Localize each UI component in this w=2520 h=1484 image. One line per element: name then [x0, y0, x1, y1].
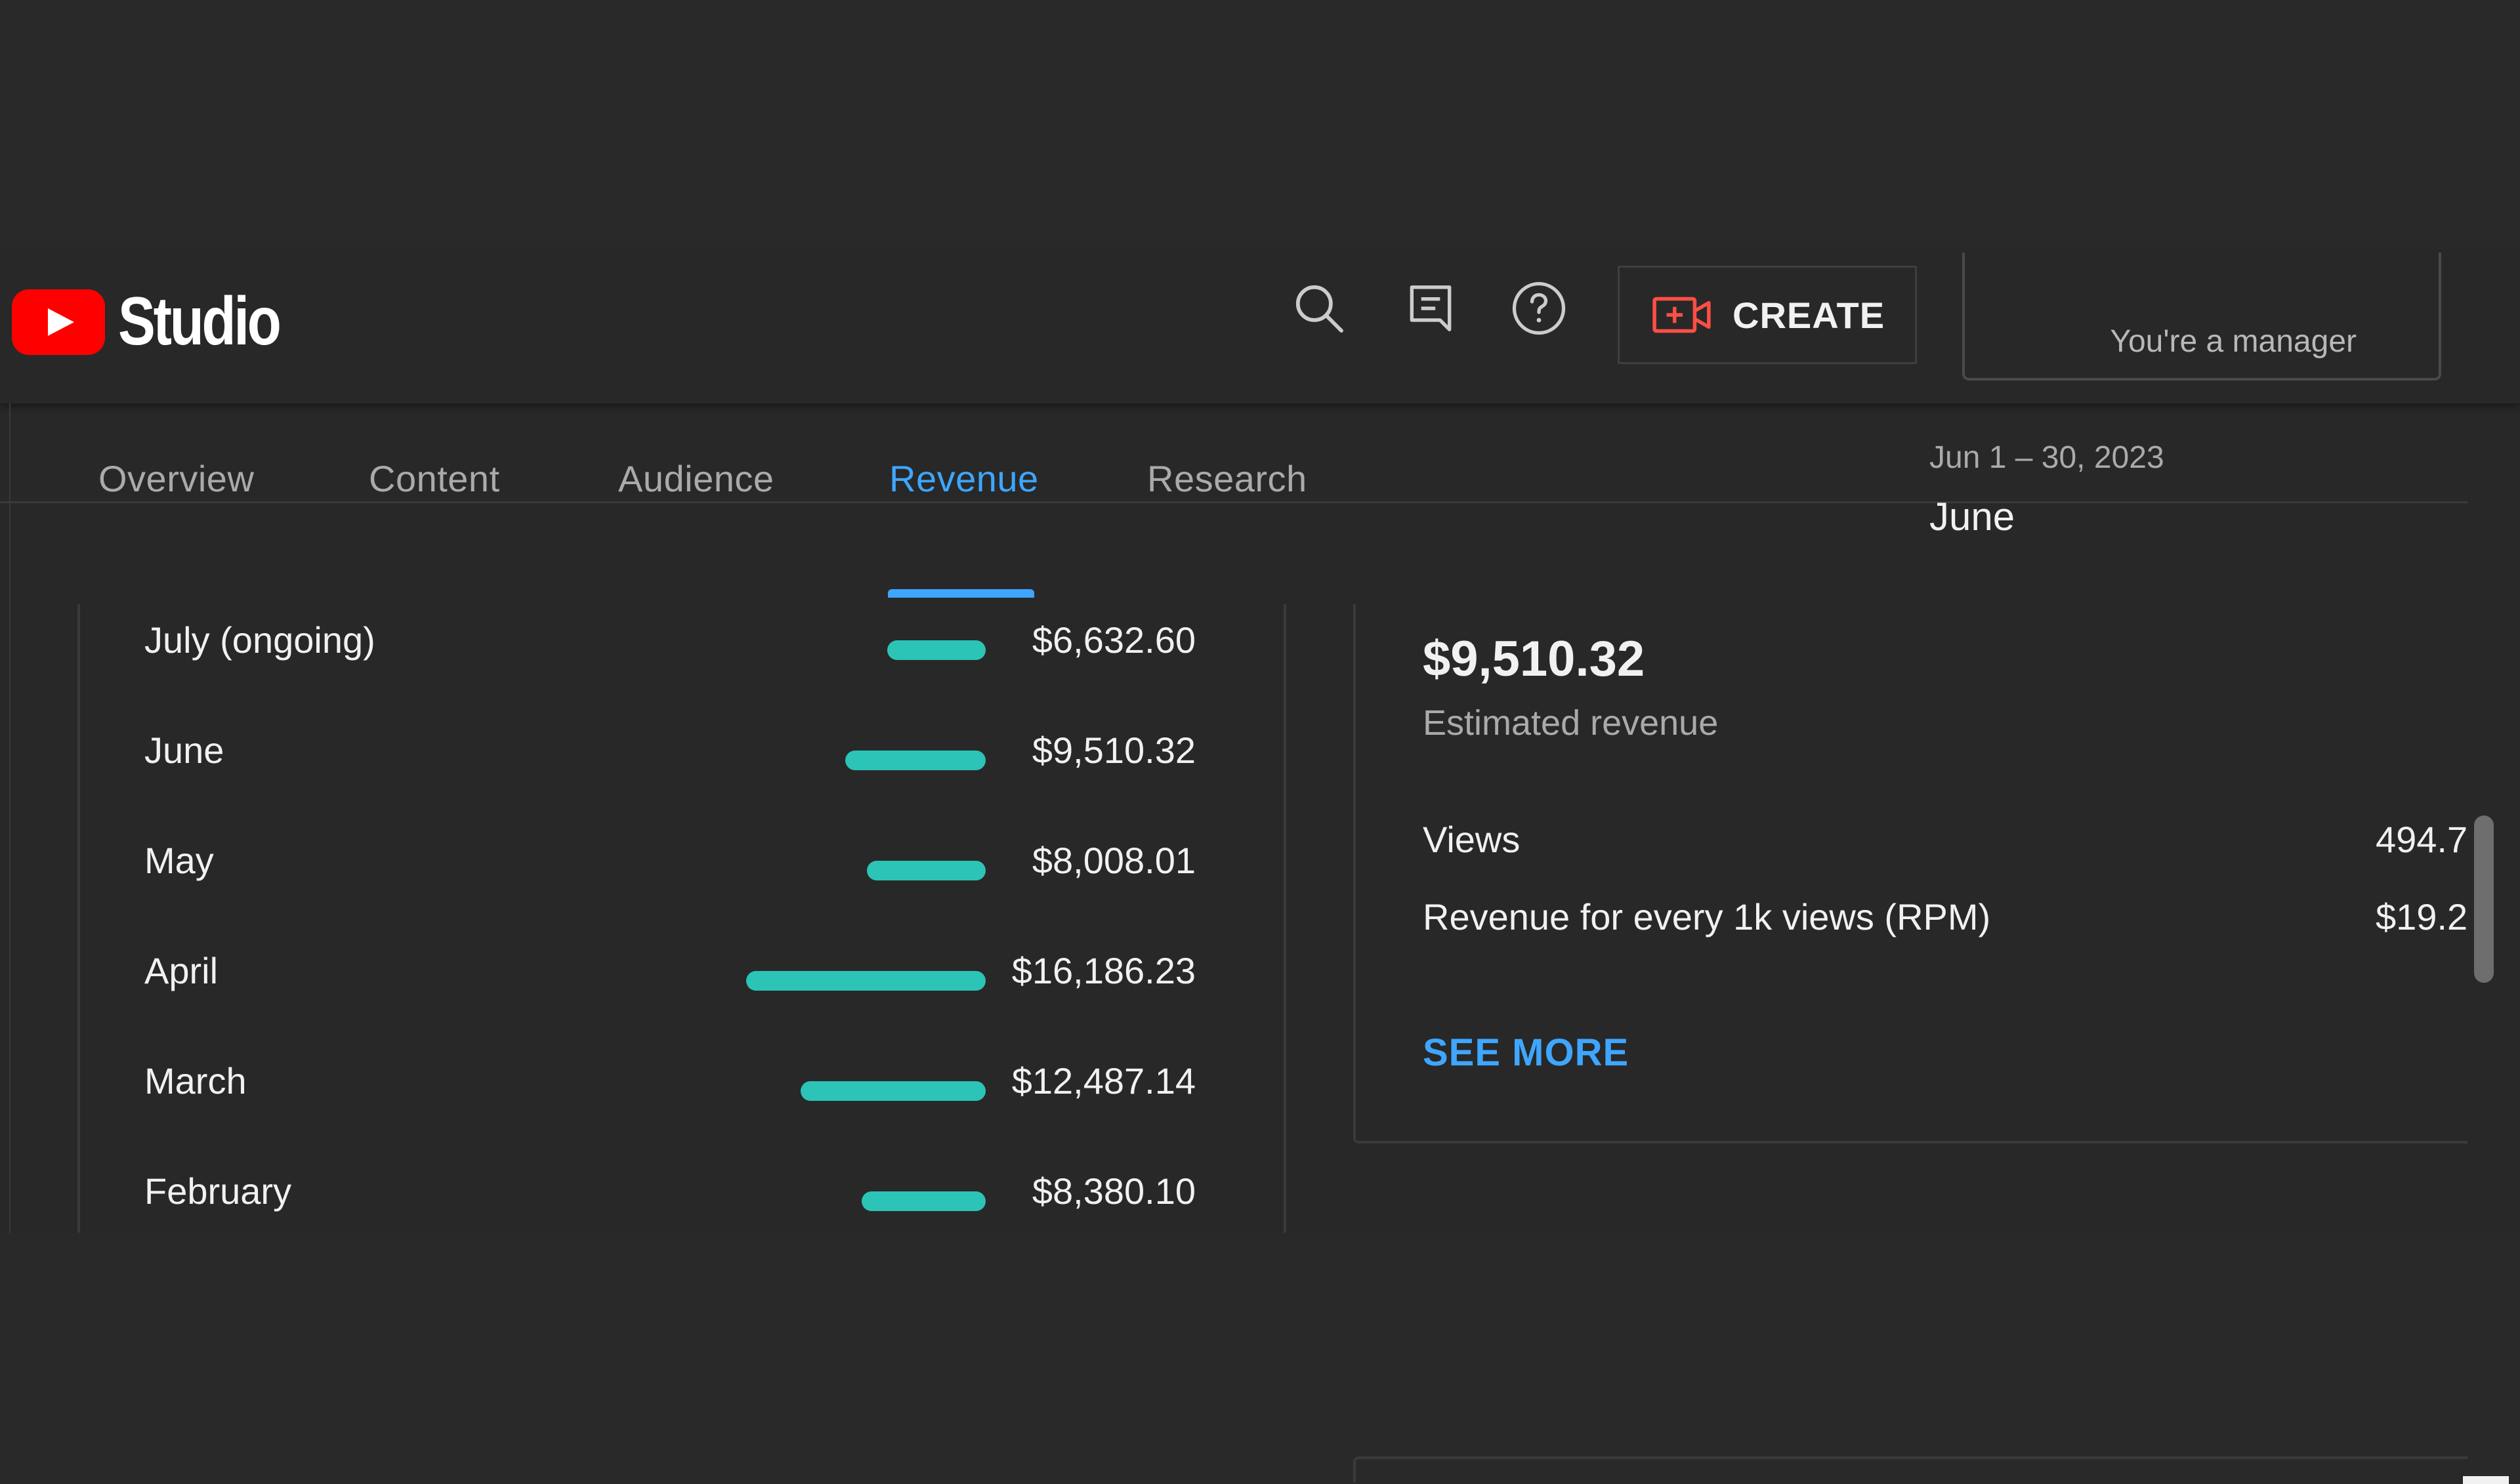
youtube-play-icon: [12, 289, 105, 355]
month-label: May: [144, 840, 214, 881]
month-revenue-value: $8,380.10: [1032, 1170, 1196, 1212]
month-row[interactable]: March $12,487.14: [0, 1045, 1284, 1117]
month-revenue-bar: [887, 640, 986, 660]
month-label: February: [144, 1170, 292, 1212]
month-row[interactable]: June $9,510.32: [0, 714, 1284, 787]
metric-rpm-label: Revenue for every 1k views (RPM): [1423, 896, 1991, 938]
month-revenue-value: $12,487.14: [1011, 1060, 1196, 1102]
create-video-icon: [1652, 297, 1711, 333]
monthly-revenue-list: July (ongoing) $6,632.60 June $9,510.32 May $…: [0, 604, 1286, 1233]
active-tab-indicator: [888, 589, 1034, 598]
estimated-revenue-value: $9,510.32: [1423, 631, 1645, 687]
month-revenue-bar: [867, 861, 986, 880]
period-label[interactable]: June: [1929, 494, 2015, 539]
date-range[interactable]: Jun 1 – 30, 2023: [1929, 440, 2164, 476]
feedback-button[interactable]: [1398, 276, 1463, 341]
month-revenue-value: $16,186.23: [1011, 950, 1196, 991]
tab-revenue[interactable]: Revenue: [889, 457, 1039, 500]
create-label: CREATE: [1732, 294, 1885, 336]
search-icon: [1295, 285, 1343, 333]
month-label: June: [144, 730, 224, 771]
month-revenue-value: $6,632.60: [1032, 619, 1196, 661]
tab-overview[interactable]: Overview: [98, 457, 254, 500]
month-revenue-bar: [845, 751, 986, 770]
corner-mark: [2463, 1476, 2509, 1484]
month-row[interactable]: July (ongoing) $6,632.60: [0, 604, 1284, 676]
month-revenue-bar: [746, 971, 986, 991]
next-card: [1353, 1456, 2468, 1483]
revenue-summary-card: $9,510.32 Estimated revenue Views 494.7 …: [1353, 604, 2468, 1144]
scrollbar-thumb[interactable]: [2474, 815, 2494, 983]
month-label: July (ongoing): [144, 619, 375, 661]
metric-views-label: Views: [1423, 819, 1521, 860]
see-more-link[interactable]: SEE MORE: [1423, 1031, 1629, 1075]
estimated-revenue-caption: Estimated revenue: [1423, 703, 1719, 743]
studio-logo[interactable]: Studio: [12, 283, 314, 361]
month-row[interactable]: April $16,186.23: [0, 935, 1284, 1007]
create-button[interactable]: CREATE: [1618, 266, 1917, 364]
month-label: April: [144, 950, 219, 991]
search-button[interactable]: [1286, 276, 1352, 341]
account-role-label: You're a manager: [2110, 324, 2357, 359]
studio-app: Studio CREATE You're a manager Overview …: [0, 253, 2520, 1484]
month-row[interactable]: February $8,380.10: [0, 1155, 1284, 1227]
analytics-tabs: Overview Content Audience Revenue Resear…: [0, 403, 2468, 539]
tab-content[interactable]: Content: [369, 457, 500, 500]
brand-name: Studio: [118, 283, 282, 360]
month-label: March: [144, 1060, 247, 1102]
help-button[interactable]: [1506, 276, 1572, 341]
tab-audience[interactable]: Audience: [618, 457, 774, 500]
month-revenue-value: $9,510.32: [1032, 730, 1196, 771]
metric-views-value: 494.7: [2376, 819, 2468, 860]
help-icon: [1512, 281, 1566, 335]
month-row[interactable]: May $8,008.01: [0, 825, 1284, 897]
feedback-icon: [1410, 285, 1452, 331]
tab-research[interactable]: Research: [1147, 457, 1307, 500]
top-bar: Studio CREATE You're a manager: [0, 253, 2520, 403]
month-revenue-value: $8,008.01: [1032, 840, 1196, 881]
month-revenue-bar: [862, 1191, 986, 1211]
account-switcher[interactable]: You're a manager: [1962, 253, 2441, 381]
metric-rpm-value: $19.2: [2376, 896, 2468, 938]
month-revenue-bar: [801, 1081, 986, 1101]
list-divider: [77, 604, 80, 1233]
